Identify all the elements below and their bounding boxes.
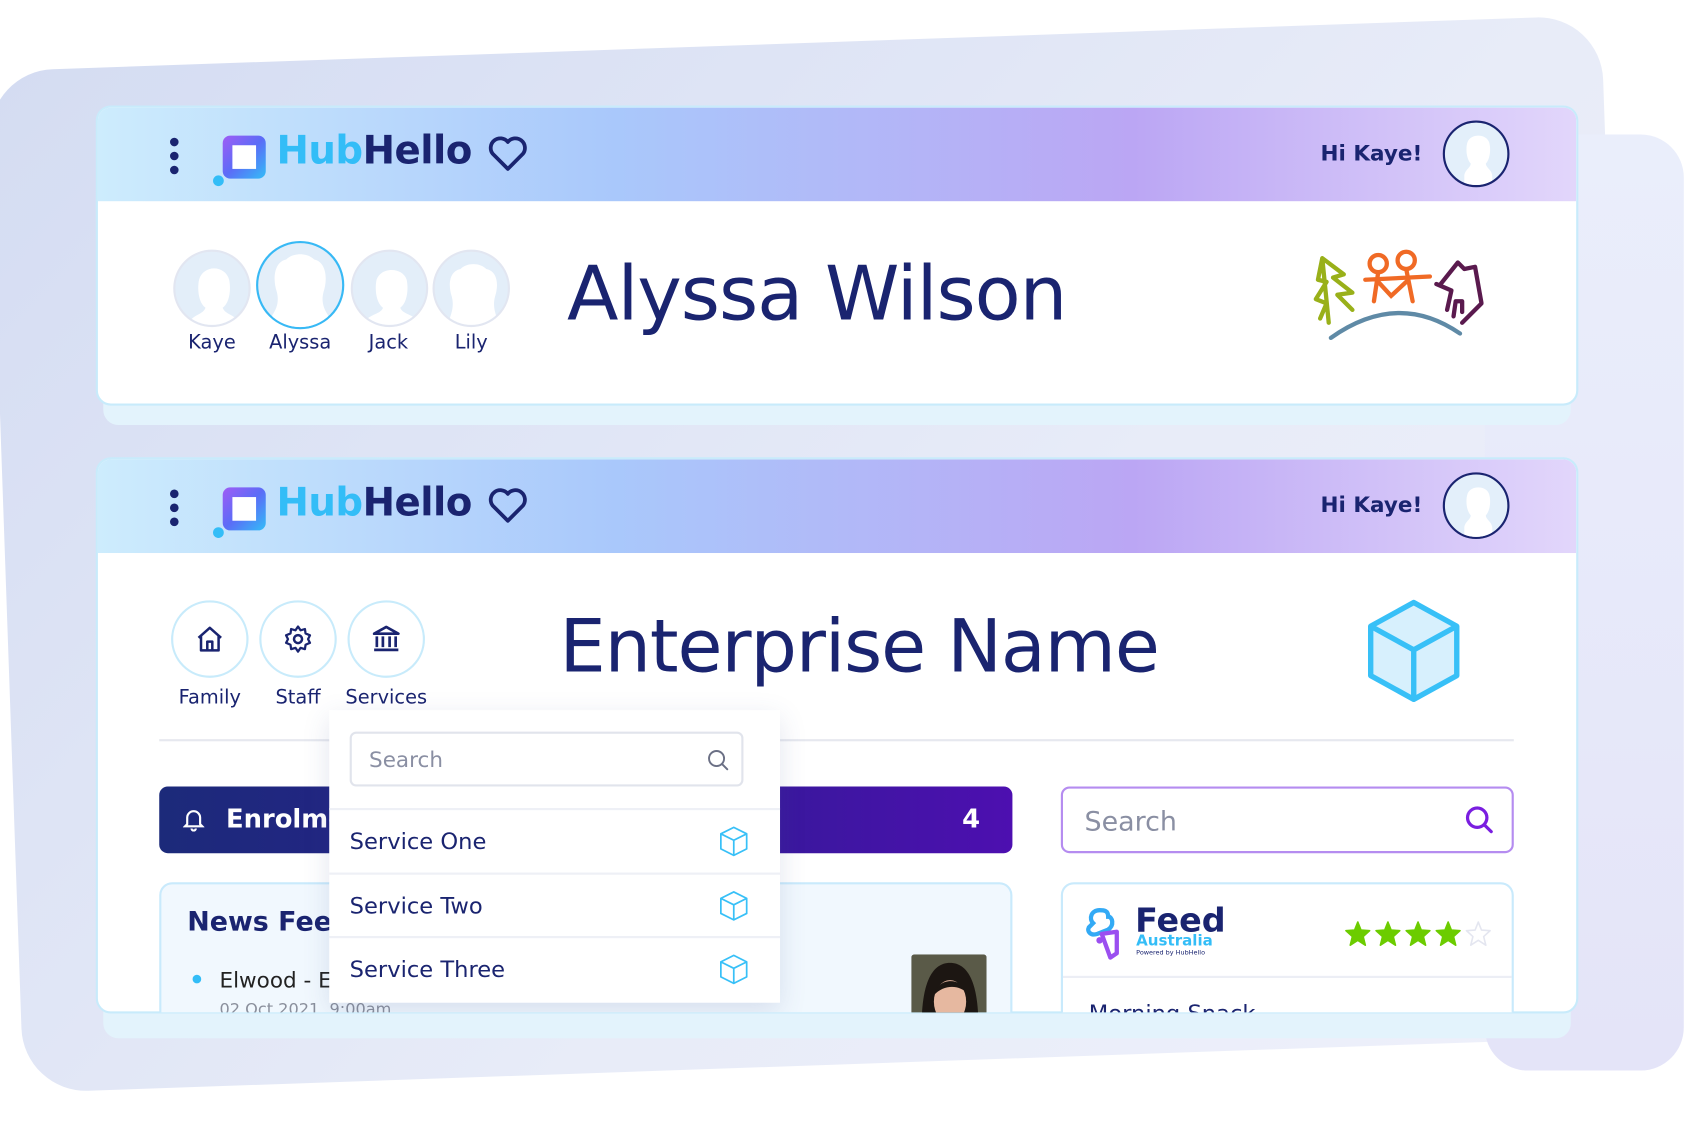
news-item-photo [911,954,987,1013]
hubhello-logo-icon [213,135,266,187]
cube-icon [719,954,748,985]
avatar-kaye[interactable] [173,249,251,328]
nav-family[interactable] [171,600,249,678]
feed-logo-tag: Powered by HubHello [1136,948,1206,957]
family-services-logo-icon [1313,249,1484,340]
brand-hub: Hub [276,480,364,526]
cube-icon [1368,599,1460,703]
feed-logo-sub: Australia [1136,932,1213,951]
profile-name-title: Alyssa Wilson [566,249,1067,338]
brand-name: HubHello [276,129,473,174]
user-avatar[interactable] [1442,472,1510,540]
news-feed-title: News Feed [187,905,352,938]
cube-icon [719,890,748,921]
avatar-silhouette-icon [1464,135,1493,186]
brand-hub: Hub [276,129,364,174]
avatar-alyssa[interactable] [256,241,345,330]
service-item-label: Service Three [349,956,506,983]
profile-card: HubHello Hi Kaye! Kaye Alyssa Jack Lily … [95,105,1579,406]
nav-staff[interactable] [259,600,337,678]
heart-icon[interactable] [487,487,528,524]
avatar-jack[interactable] [350,249,429,328]
search-icon[interactable] [1464,805,1494,835]
services-search-input[interactable]: Search [349,731,744,787]
gear-icon [284,625,312,653]
service-item-label: Service One [349,828,487,855]
search-icon[interactable] [707,749,731,773]
bell-icon [182,810,205,832]
more-menu-icon[interactable] [169,137,180,175]
divider [1062,975,1512,978]
star-filled-icon [1435,921,1461,946]
news-item-title[interactable]: Elwood - E [219,967,331,993]
service-item[interactable]: Service Two [329,872,781,935]
star-filled-icon [1405,921,1431,946]
hubhello-logo-icon [213,487,266,538]
avatar-label: Lily [454,331,488,354]
brand-name: HubHello [276,480,473,526]
service-item[interactable]: Service Three [329,936,781,999]
feed-australia-card: Feed Australia Powered by HubHello Morni… [1060,882,1514,1013]
bullet-icon [192,974,202,984]
enterprise-title: Enterprise Name [559,604,1159,690]
person-silhouette-icon [449,264,498,325]
search-placeholder: Search [369,746,443,773]
avatar-silhouette-icon [1464,487,1493,537]
star-filled-icon [1345,921,1371,946]
home-icon [197,626,222,652]
feed-australia-logo-icon [1086,908,1119,960]
feed-item-title[interactable]: Morning Snack [1089,1001,1256,1013]
greeting: Hi Kaye! [1320,491,1423,518]
user-avatar[interactable] [1442,120,1510,188]
nav-label: Services [345,686,428,710]
star-filled-icon [1375,921,1401,946]
service-item[interactable]: Service One [329,808,781,871]
person-silhouette-icon [272,254,329,328]
enterprise-card-body: Family Staff Services Enterprise Name En… [0,551,1687,1013]
app-header: HubHello Hi Kaye! [97,107,1577,202]
greeting: Hi Kaye! [1320,139,1423,166]
brand-hello: Hello [362,129,473,174]
star-rating [1345,921,1491,947]
person-silhouette-icon [365,270,418,325]
person-silhouette-icon [190,268,238,325]
more-menu-icon[interactable] [169,489,180,527]
nav-services[interactable] [347,600,425,678]
heart-icon[interactable] [487,136,528,173]
cube-icon [719,826,748,857]
avatar-lily[interactable] [432,249,510,328]
app-header: HubHello Hi Kaye! [97,459,1577,554]
enrolments-label: Enrolme [225,803,346,834]
service-item-label: Service Two [349,892,483,919]
star-empty-icon [1465,921,1491,946]
services-dropdown: Search Service One Service Two Service Thr… [329,710,781,1003]
search-input[interactable]: Search [1060,786,1514,854]
enrolments-count: 4 [962,803,981,834]
search-placeholder: Search [1084,805,1177,838]
brand-hello: Hello [362,480,473,526]
bank-icon [372,625,400,652]
